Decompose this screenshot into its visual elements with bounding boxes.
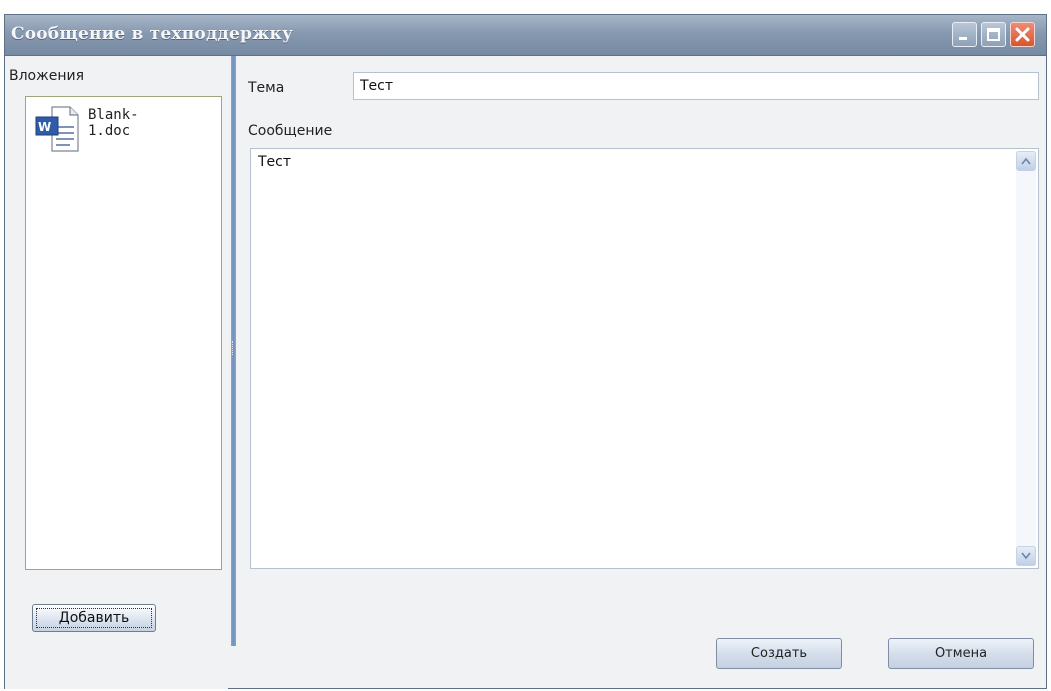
message-panel: Тема Тест Сообщение Тест Создать Отмена — [236, 56, 1046, 689]
subject-label: Тема — [248, 80, 285, 96]
subject-input[interactable]: Тест — [353, 72, 1039, 100]
message-text: Тест — [258, 154, 292, 170]
window-title: Сообщение в техподдержку — [11, 24, 294, 44]
message-label: Сообщение — [248, 123, 333, 139]
attachments-list[interactable]: W Blank-1.doc — [25, 96, 222, 570]
support-message-window: Сообщение в техподдержку Вложения W Blan… — [4, 14, 1047, 689]
create-button[interactable]: Создать — [716, 638, 842, 669]
svg-text:W: W — [38, 120, 51, 134]
minimize-button[interactable] — [952, 22, 977, 47]
attachment-filename: Blank-1.doc — [88, 107, 139, 139]
message-textarea[interactable]: Тест — [250, 148, 1039, 569]
maximize-icon — [987, 28, 1000, 41]
focus-rectangle — [36, 608, 152, 628]
close-button[interactable] — [1010, 22, 1035, 47]
add-attachment-button[interactable]: Добавить — [32, 604, 156, 632]
attachments-label: Вложения — [9, 68, 85, 84]
maximize-button[interactable] — [981, 22, 1006, 47]
chevron-down-icon — [1021, 552, 1031, 560]
scroll-up-button[interactable] — [1016, 151, 1036, 171]
attachments-panel: Вложения W Blank-1.doc Добавить — [5, 56, 228, 689]
close-icon — [1015, 27, 1030, 42]
title-bar[interactable]: Сообщение в техподдержку — [5, 15, 1046, 56]
message-scrollbar[interactable] — [1016, 151, 1036, 566]
word-document-icon: W — [35, 106, 79, 152]
cancel-button[interactable]: Отмена — [888, 638, 1034, 669]
attachment-item[interactable]: W Blank-1.doc — [34, 105, 154, 155]
chevron-up-icon — [1021, 157, 1031, 165]
minimize-icon — [959, 37, 967, 40]
scroll-down-button[interactable] — [1016, 546, 1036, 566]
